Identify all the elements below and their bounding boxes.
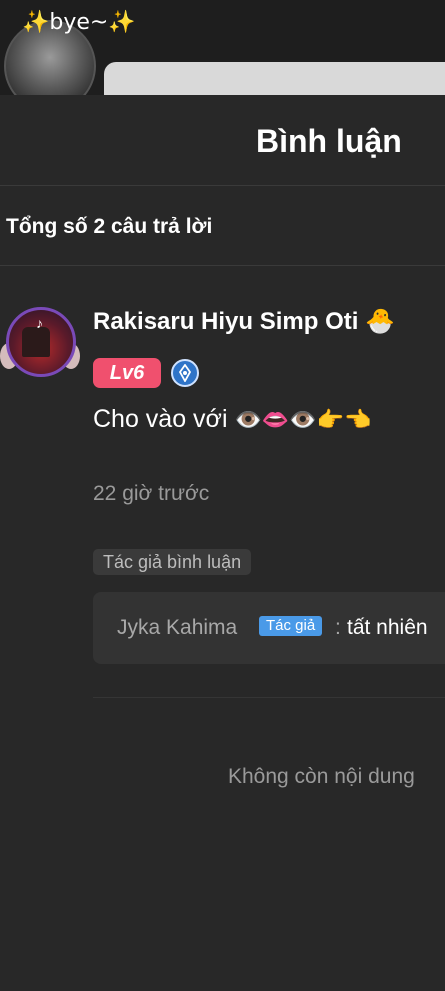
- background-bubble: [104, 62, 445, 95]
- avatar-figure: [22, 327, 50, 357]
- avatar[interactable]: ♪: [0, 303, 82, 385]
- comments-sheet: Bình luận Tổng số 2 câu trả lời ♪ Rakisa…: [0, 95, 445, 991]
- reply-separator: :: [335, 616, 341, 639]
- end-of-list-text: Không còn nội dung: [228, 765, 415, 788]
- reply-author-tag: Tác giả: [259, 616, 323, 636]
- verify-badge-icon: [171, 359, 199, 387]
- comment-time: 22 giờ trước: [93, 482, 210, 505]
- author-tag: Tác giả bình luận: [93, 549, 252, 575]
- divider: [0, 265, 445, 266]
- reply-author-name[interactable]: Jyka Kahima: [117, 616, 237, 640]
- sheet-header: Bình luận: [0, 95, 445, 186]
- reply-count: Tổng số 2 câu trả lời: [6, 215, 213, 238]
- comment-text: Cho vào với: [93, 405, 228, 433]
- background-title: ✨bye~✨: [22, 10, 136, 35]
- divider: [93, 697, 445, 698]
- background-page: ✨bye~✨: [0, 0, 445, 95]
- reply-text: tất nhiên: [347, 616, 428, 639]
- tiktok-icon: ♪: [36, 315, 43, 331]
- page-title: Bình luận: [256, 123, 402, 159]
- username-emoji: 🐣: [365, 307, 395, 335]
- comment-body: Cho vào với 👁️👄👁️👉👈: [93, 405, 371, 434]
- username-text: Rakisaru Hiyu Simp Oti: [93, 308, 359, 335]
- level-badge: Lv6: [93, 358, 161, 388]
- reply-preview[interactable]: Jyka Kahima Tác giả : tất nhiên: [93, 592, 445, 664]
- comment-emojis: 👁️👄👁️👉👈: [234, 408, 372, 433]
- comment-username[interactable]: Rakisaru Hiyu Simp Oti 🐣: [93, 307, 395, 336]
